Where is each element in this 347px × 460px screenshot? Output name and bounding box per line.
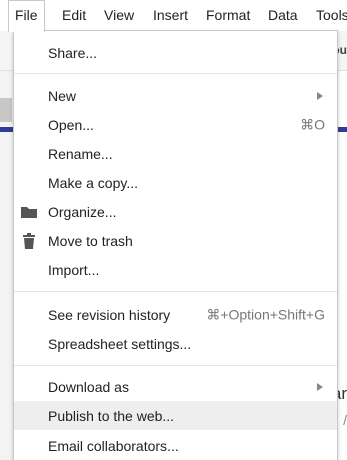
shortcut-label: ⌘+Option+Shift+G [206,306,325,322]
menu-item-label: New [48,87,77,104]
menu-item-revision-history[interactable]: See revision history ⌘+Option+Shift+G [14,300,337,329]
file-menu: Share... New Open... ⌘O Rename... Make a… [13,30,338,460]
menu-item-move-to-trash[interactable]: Move to trash [14,226,337,255]
shortcut-label: ⌘O [300,116,325,132]
menu-item-label: Share... [48,44,98,61]
menu-item-label: Open... [48,116,94,133]
menu-item-label: Publish to the web... [48,407,175,424]
menu-item-label: Email collaborators... [48,437,179,454]
menu-item-label: Spreadsheet settings... [48,335,192,352]
menu-item-share[interactable]: Share... [14,38,337,67]
menubar-data[interactable]: Data [268,0,298,31]
menubar-format[interactable]: Format [206,0,250,31]
menu-item-organize[interactable]: Organize... [14,197,337,226]
submenu-arrow-icon [317,382,323,391]
menubar-edit[interactable]: Edit [62,0,86,31]
row-header-stub [0,98,12,122]
menu-separator [14,291,337,292]
menubar-file[interactable]: File [8,0,45,32]
menubar-view[interactable]: View [104,0,134,31]
menu-item-new[interactable]: New [14,81,337,110]
menu-item-rename[interactable]: Rename... [14,139,337,168]
menu-separator [14,73,337,74]
menu-item-spreadsheet-settings[interactable]: Spreadsheet settings... [14,329,337,358]
menu-item-publish[interactable]: Publish to the web... [14,401,337,430]
menu-item-open[interactable]: Open... ⌘O [14,110,337,139]
trash-icon [23,232,35,249]
menu-item-label: Organize... [48,203,117,220]
menubar-tools[interactable]: Tools [316,0,347,31]
submenu-arrow-icon [317,91,323,100]
menu-item-download-as[interactable]: Download as [14,372,337,401]
menu-item-label: Move to trash [48,232,133,249]
menu-item-label: See revision history [48,306,171,323]
background-text-fragment-2: / [343,412,347,428]
menu-bar: File Edit View Insert Format Data Tools [0,0,347,32]
menu-item-email-collaborators[interactable]: Email collaborators... [14,431,337,460]
folder-icon [21,206,37,218]
menu-separator [14,365,337,366]
menu-item-label: Import... [48,261,100,278]
menu-item-label: Rename... [48,145,113,162]
menu-item-label: Make a copy... [48,174,139,191]
menu-item-import[interactable]: Import... [14,255,337,284]
menu-item-make-copy[interactable]: Make a copy... [14,168,337,197]
menu-item-label: Download as [48,378,129,395]
menubar-insert[interactable]: Insert [153,0,188,31]
